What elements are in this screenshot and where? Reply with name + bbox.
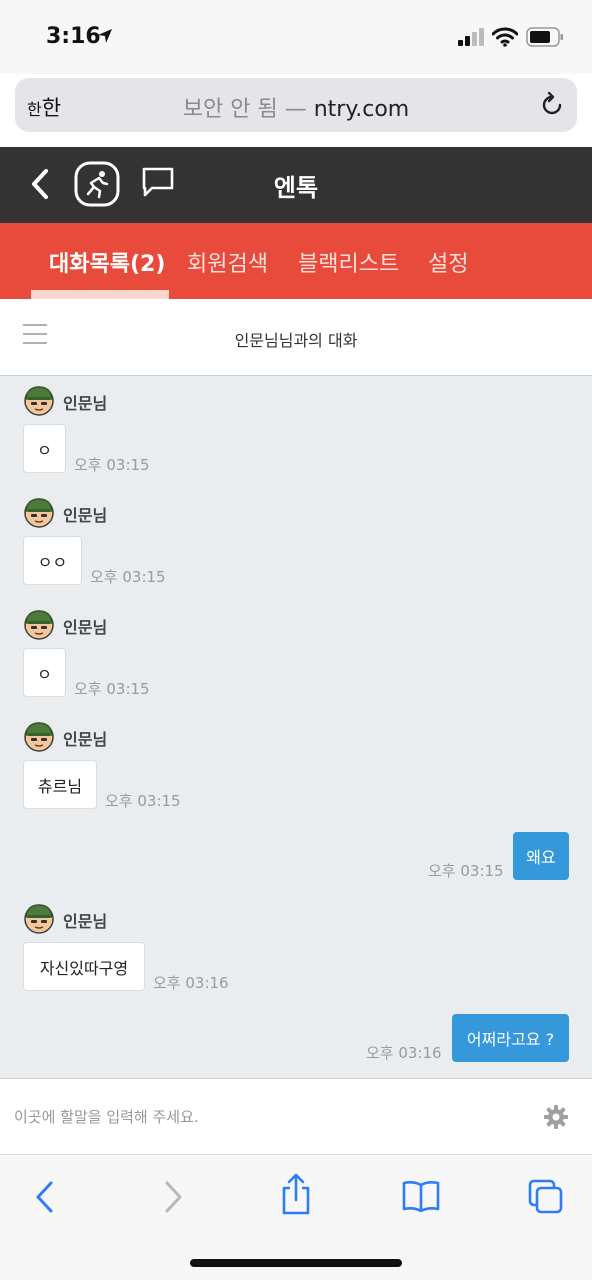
chat-message-list[interactable]: 인문님 ㅇ 오후 03:15 인문님 ㅇㅇ 오후 03:15 인문님 ㅇ 오후 …: [0, 376, 592, 1078]
active-tab-indicator: [31, 290, 169, 299]
battery-icon: [526, 27, 563, 47]
message-time: 오후 03:16: [153, 974, 229, 992]
incoming-message-bubble: 츄르님: [23, 760, 97, 809]
outgoing-message-bubble: 어쩌라고요 ?: [452, 1014, 569, 1062]
share-icon[interactable]: [281, 1173, 311, 1215]
incoming-message-bubble: ㅇㅇ: [23, 536, 82, 585]
message-time: 오후 03:15: [105, 792, 181, 810]
message-time: 오후 03:16: [366, 1044, 442, 1062]
reload-icon[interactable]: [539, 91, 565, 119]
sender-name: 인문님: [63, 618, 108, 637]
sender-name: 인문님: [63, 506, 108, 525]
avatar-icon: [24, 610, 54, 640]
insecure-label: 보안 안 됨 —: [182, 97, 307, 122]
signal-icon: [458, 28, 484, 46]
tab-settings[interactable]: 설정: [428, 246, 468, 278]
url-display[interactable]: 보안 안 됨 — ntry.com: [15, 91, 577, 123]
tab-bar: 대화목록(2) 회원검색 블랙리스트 설정: [0, 223, 592, 299]
back-icon[interactable]: [34, 1179, 56, 1215]
tab-conversations[interactable]: 대화목록(2): [49, 246, 165, 278]
message-input[interactable]: [14, 1103, 514, 1131]
location-arrow-icon: [98, 29, 112, 43]
domain-label: ntry.com: [313, 97, 410, 122]
message-time: 오후 03:15: [428, 862, 504, 880]
address-bar[interactable]: 한한 보안 안 됨 — ntry.com: [15, 78, 577, 132]
sender-name: 인문님: [63, 394, 108, 413]
status-time: 3:16: [46, 24, 101, 49]
incoming-message-bubble: ㅇ: [23, 424, 66, 473]
status-bar: 3:16: [0, 0, 592, 74]
conversation-header: 인문님님과의 대화: [0, 299, 592, 376]
avatar-icon: [24, 904, 54, 934]
message-input-bar: [0, 1078, 592, 1154]
incoming-message-bubble: 자신있따구영: [23, 942, 145, 991]
home-indicator: [190, 1259, 402, 1267]
bookmarks-icon[interactable]: [402, 1180, 440, 1212]
avatar-icon: [24, 722, 54, 752]
message-time: 오후 03:15: [74, 456, 150, 474]
sender-name: 인문님: [63, 730, 108, 749]
tab-blacklist[interactable]: 블랙리스트: [298, 246, 399, 278]
sender-name: 인문님: [63, 912, 108, 931]
tabs-icon[interactable]: [528, 1179, 564, 1215]
avatar-icon: [24, 386, 54, 416]
message-time: 오후 03:15: [74, 680, 150, 698]
incoming-message-bubble: ㅇ: [23, 648, 66, 697]
tab-member-search[interactable]: 회원검색: [187, 246, 268, 278]
forward-icon[interactable]: [162, 1179, 184, 1215]
gear-icon[interactable]: [543, 1104, 569, 1130]
outgoing-message-bubble: 왜요: [513, 832, 569, 880]
avatar-icon: [24, 498, 54, 528]
app-title: 엔톡: [273, 174, 319, 202]
conversation-title: 인문님님과의 대화: [234, 331, 358, 350]
wifi-icon: [492, 27, 518, 47]
message-time: 오후 03:15: [90, 568, 166, 586]
